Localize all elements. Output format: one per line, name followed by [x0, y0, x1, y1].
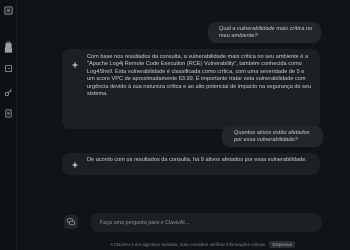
assistant-sparkle-icon [71, 156, 79, 169]
assistant-message: De acordo com os resultados da consulta,… [62, 153, 320, 175]
attach-button[interactable] [64, 215, 78, 229]
assistant-message: Com base nos resultados da consulta, a v… [62, 49, 320, 129]
chat-bubbles-icon [67, 218, 75, 226]
chat-input[interactable] [100, 219, 312, 226]
key-icon[interactable] [4, 88, 13, 97]
app: Qual a vulnerabilidade mais crítica no m… [0, 0, 350, 250]
footer: A ClavisAI é um algoritmo treinado, mas … [110, 240, 296, 248]
dismiss-button[interactable]: Dispensar [269, 240, 296, 248]
sidebar [0, 0, 17, 250]
box-icon[interactable] [4, 64, 13, 73]
chat-input-container [90, 213, 322, 232]
assistant-sparkle-icon [71, 56, 79, 69]
list-icon[interactable] [4, 6, 13, 15]
folder-icon[interactable] [4, 45, 13, 54]
disclaimer-text: A ClavisAI é um algoritmo treinado, mas … [110, 241, 267, 247]
user-message: Qual a vulnerabilidade mais crítica no m… [208, 22, 321, 43]
document-icon[interactable] [4, 109, 13, 118]
user-message: Quantos ativos estão afetados por essa v… [222, 126, 323, 147]
